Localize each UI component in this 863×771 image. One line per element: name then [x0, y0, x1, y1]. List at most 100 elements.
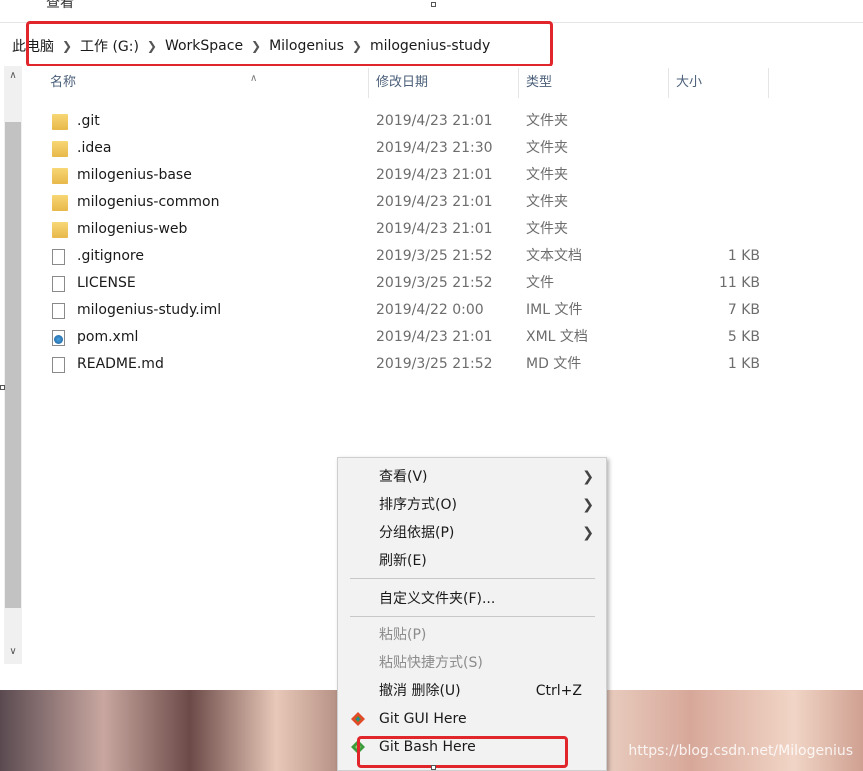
- column-header-name[interactable]: 名称 ∧: [50, 66, 368, 100]
- file-type: 文件夹: [526, 113, 568, 129]
- scrollbar-thumb[interactable]: [5, 122, 21, 608]
- resize-handle[interactable]: [431, 765, 436, 770]
- file-type: IML 文件: [526, 302, 583, 318]
- file-size: 11 KB: [718, 275, 760, 291]
- list-item[interactable]: README.md 2019/3/25 21:52 MD 文件 1 KB: [24, 351, 784, 378]
- list-item[interactable]: milogenius-base 2019/4/23 21:01 文件夹: [24, 162, 784, 189]
- file-date: 2019/4/22 0:00: [376, 302, 484, 318]
- file-name: .idea: [77, 140, 112, 156]
- menu-item-sort[interactable]: 排序方式(O) ❯: [338, 491, 606, 519]
- folder-icon: [52, 141, 68, 157]
- vertical-scrollbar[interactable]: ∧ ∨: [4, 66, 22, 664]
- file-icon: [52, 303, 65, 319]
- column-header-type[interactable]: 类型: [526, 66, 666, 100]
- menu-item-label: 粘贴快捷方式(S): [379, 655, 483, 671]
- column-size-label: 大小: [676, 75, 703, 90]
- chevron-right-icon: ❯: [582, 525, 594, 541]
- menu-item-group[interactable]: 分组依据(P) ❯: [338, 519, 606, 547]
- file-type: 文件夹: [526, 140, 568, 156]
- file-date: 2019/4/23 21:30: [376, 140, 493, 156]
- file-type: 文件: [526, 275, 554, 291]
- menu-item-label: 分组依据(P): [379, 525, 455, 541]
- resize-handle[interactable]: [0, 385, 5, 390]
- menu-item-label: Git GUI Here: [379, 711, 467, 727]
- file-date: 2019/3/25 21:52: [376, 275, 493, 291]
- file-size: 1 KB: [727, 356, 760, 372]
- sort-ascending-icon: ∧: [250, 73, 258, 84]
- column-divider[interactable]: [368, 68, 369, 98]
- view-tab-label[interactable]: 查看: [46, 0, 74, 12]
- folder-icon: [52, 168, 68, 184]
- file-type: 文本文档: [526, 248, 582, 264]
- menu-item-label: 自定义文件夹(F)...: [379, 591, 496, 607]
- menu-separator: [350, 616, 595, 617]
- file-name: .gitignore: [77, 248, 144, 264]
- column-type-label: 类型: [526, 75, 553, 90]
- file-name: .git: [77, 113, 100, 129]
- text-file-icon: [52, 249, 65, 265]
- file-name: pom.xml: [77, 329, 139, 345]
- git-bash-highlight-box: [357, 736, 568, 768]
- menu-item-view[interactable]: 查看(V) ❯: [338, 463, 606, 491]
- menu-item-customize-folder[interactable]: 自定义文件夹(F)...: [338, 585, 606, 613]
- file-date: 2019/3/25 21:52: [376, 248, 493, 264]
- file-date: 2019/4/23 21:01: [376, 167, 493, 183]
- menu-item-shortcut: Ctrl+Z: [535, 683, 582, 699]
- file-date: 2019/4/23 21:01: [376, 113, 493, 129]
- file-name: milogenius-web: [77, 221, 188, 237]
- chevron-right-icon: ❯: [582, 469, 594, 485]
- file-date: 2019/4/23 21:01: [376, 194, 493, 210]
- list-item[interactable]: milogenius-study.iml 2019/4/22 0:00 IML …: [24, 297, 784, 324]
- folder-icon: [52, 222, 68, 238]
- file-date: 2019/4/23 21:01: [376, 329, 493, 345]
- file-name: milogenius-base: [77, 167, 192, 183]
- menu-item-paste-shortcut[interactable]: 粘贴快捷方式(S): [338, 649, 606, 677]
- scroll-down-arrow-icon[interactable]: ∨: [4, 646, 22, 657]
- file-type: 文件夹: [526, 221, 568, 237]
- file-date: 2019/3/25 21:52: [376, 356, 493, 372]
- git-gui-icon: [351, 712, 365, 726]
- menu-item-paste[interactable]: 粘贴(P): [338, 621, 606, 649]
- column-header-date[interactable]: 修改日期: [376, 66, 516, 100]
- file-size: 5 KB: [727, 329, 760, 345]
- menu-item-label: 排序方式(O): [379, 497, 457, 513]
- file-icon: [52, 357, 65, 373]
- file-name: README.md: [77, 356, 164, 372]
- menu-item-label: 查看(V): [379, 469, 428, 485]
- list-item[interactable]: .git 2019/4/23 21:01 文件夹: [24, 108, 784, 135]
- column-header-size[interactable]: 大小: [676, 66, 766, 100]
- menu-item-git-gui[interactable]: Git GUI Here: [338, 705, 606, 733]
- list-item[interactable]: .idea 2019/4/23 21:30 文件夹: [24, 135, 784, 162]
- file-date: 2019/4/23 21:01: [376, 221, 493, 237]
- column-date-label: 修改日期: [376, 75, 429, 90]
- resize-handle[interactable]: [431, 2, 436, 7]
- folder-icon: [52, 114, 68, 130]
- context-menu: 查看(V) ❯ 排序方式(O) ❯ 分组依据(P) ❯ 刷新(E) 自定义文件夹…: [337, 457, 607, 771]
- list-item[interactable]: pom.xml 2019/4/23 21:01 XML 文档 5 KB: [24, 324, 784, 351]
- menu-item-label: 粘贴(P): [379, 627, 427, 643]
- menu-item-undo-delete[interactable]: 撤消 删除(U) Ctrl+Z: [338, 677, 606, 705]
- list-item[interactable]: milogenius-web 2019/4/23 21:01 文件夹: [24, 216, 784, 243]
- file-size: 7 KB: [727, 302, 760, 318]
- menu-item-label: 撤消 删除(U): [379, 683, 461, 699]
- file-type: 文件夹: [526, 167, 568, 183]
- column-divider[interactable]: [518, 68, 519, 98]
- window-top-strip: 查看: [0, 0, 863, 22]
- file-type: MD 文件: [526, 356, 582, 372]
- column-name-label: 名称: [50, 75, 77, 90]
- list-item[interactable]: LICENSE 2019/3/25 21:52 文件 11 KB: [24, 270, 784, 297]
- menu-item-label: 刷新(E): [379, 553, 427, 569]
- list-item[interactable]: .gitignore 2019/3/25 21:52 文本文档 1 KB: [24, 243, 784, 270]
- menu-item-refresh[interactable]: 刷新(E): [338, 547, 606, 575]
- watermark-text: https://blog.csdn.net/Milogenius: [628, 743, 853, 759]
- file-type: 文件夹: [526, 194, 568, 210]
- folder-icon: [52, 195, 68, 211]
- menu-separator: [350, 578, 595, 579]
- file-type: XML 文档: [526, 329, 588, 345]
- file-name: milogenius-study.iml: [77, 302, 222, 318]
- file-name: LICENSE: [77, 275, 136, 291]
- scroll-up-arrow-icon[interactable]: ∧: [4, 70, 22, 81]
- list-item[interactable]: milogenius-common 2019/4/23 21:01 文件夹: [24, 189, 784, 216]
- column-divider[interactable]: [668, 68, 669, 98]
- column-divider[interactable]: [768, 68, 769, 98]
